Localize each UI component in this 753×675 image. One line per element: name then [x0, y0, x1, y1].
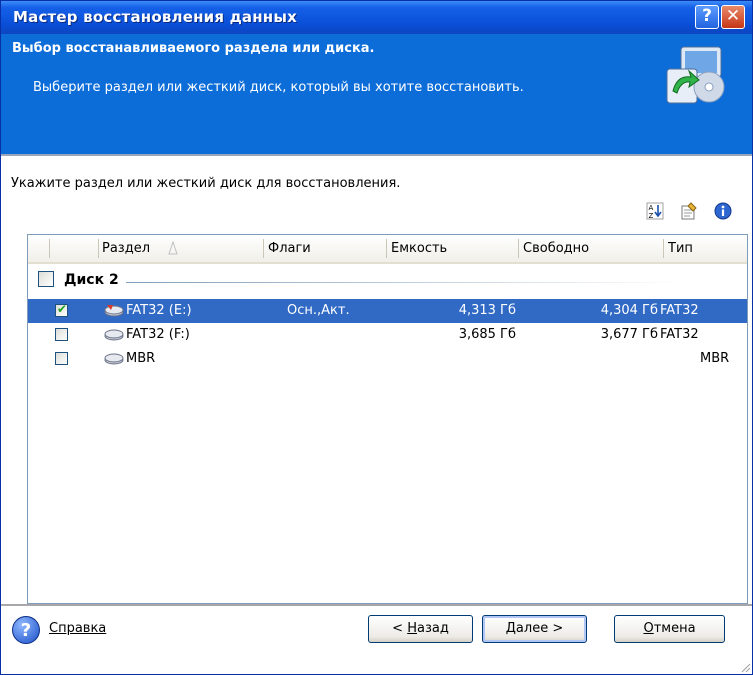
window-title: Мастер восстановления данных: [13, 8, 298, 26]
table-row[interactable]: ✔ FAT32 (E:) Осн.,Акт. 4,313 Гб 4,304 Гб…: [28, 299, 747, 323]
disk-group-checkbox[interactable]: [38, 271, 54, 287]
row-free: 4,304 Гб: [600, 303, 658, 318]
help-link[interactable]: Справка: [49, 621, 106, 636]
footer-divider: [1, 604, 752, 606]
title-bar[interactable]: Мастер восстановления данных ? ✕: [1, 1, 752, 34]
page-title: Выбор восстанавливаемого раздела или дис…: [12, 41, 375, 56]
table-row[interactable]: FAT32 (F:) 3,685 Гб 3,677 Гб FAT32: [28, 323, 747, 347]
row-flags: Осн.,Акт.: [287, 303, 350, 318]
back-button-label: азад: [416, 621, 449, 636]
content-area: Укажите раздел или жесткий диск для восс…: [1, 156, 752, 674]
row-type: FAT32: [660, 327, 699, 342]
disk-group-label: Диск 2: [64, 272, 119, 288]
column-header-type[interactable]: Тип: [668, 241, 693, 256]
group-divider: [126, 282, 686, 283]
row-partition: FAT32 (F:): [126, 327, 190, 342]
partition-icon: [104, 329, 124, 341]
active-partition-icon: [104, 305, 124, 317]
sort-arrow-icon: [168, 241, 178, 255]
column-separator[interactable]: [663, 239, 664, 258]
sort-icon[interactable]: A Z: [646, 202, 664, 220]
wizard-window: Мастер восстановления данных ? ✕ Выбор в…: [0, 0, 753, 675]
resize-grip-icon[interactable]: [739, 661, 751, 673]
row-checkbox[interactable]: [55, 352, 68, 365]
cancel-button-label: тмена: [653, 621, 696, 636]
properties-icon[interactable]: [680, 202, 698, 220]
svg-text:A: A: [649, 204, 654, 212]
instruction-text: Укажите раздел или жесткий диск для восс…: [11, 176, 401, 191]
check-mark-icon: ✔: [57, 302, 68, 316]
svg-text:Z: Z: [649, 212, 654, 220]
row-partition: FAT32 (E:): [126, 303, 192, 318]
column-separator[interactable]: [518, 239, 519, 258]
close-button[interactable]: ✕: [721, 5, 745, 29]
row-partition: MBR: [126, 351, 156, 366]
row-checkbox[interactable]: ✔: [55, 302, 68, 317]
next-button-mnemonic: Д: [505, 621, 516, 636]
back-button-mnemonic: Н: [407, 621, 417, 636]
page-subtitle: Выберите раздел или жесткий диск, которы…: [33, 80, 524, 95]
partition-icon: [104, 353, 124, 365]
list-header: Раздел Флаги Емкость Свободно Тип: [28, 235, 747, 264]
row-type: MBR: [700, 351, 730, 366]
column-header-partition[interactable]: Раздел: [102, 241, 150, 256]
row-checkbox[interactable]: [55, 328, 68, 341]
row-free: 3,677 Гб: [600, 327, 658, 342]
row-capacity: 4,313 Гб: [458, 303, 516, 318]
info-icon[interactable]: [714, 202, 732, 220]
next-button-label: алее >: [515, 621, 564, 636]
cancel-button-mnemonic: О: [643, 621, 654, 636]
column-separator[interactable]: [386, 239, 387, 258]
help-icon[interactable]: ?: [12, 616, 40, 644]
column-header-flags[interactable]: Флаги: [268, 241, 311, 256]
next-button[interactable]: Далее >: [482, 615, 587, 643]
column-separator[interactable]: [263, 239, 264, 258]
recovery-wizard-icon: [666, 46, 725, 104]
row-type: FAT32: [660, 303, 699, 318]
column-separator[interactable]: [98, 239, 99, 258]
back-button[interactable]: < Назад: [368, 615, 473, 643]
row-capacity: 3,685 Гб: [458, 327, 516, 342]
column-header-free[interactable]: Свободно: [523, 241, 589, 256]
help-title-button[interactable]: ?: [695, 5, 719, 29]
back-button-prefix: <: [392, 621, 408, 636]
column-header-capacity[interactable]: Емкость: [391, 241, 447, 256]
partition-list[interactable]: Раздел Флаги Емкость Свободно Тип Диск 2…: [27, 234, 748, 604]
table-row[interactable]: MBR MBR: [28, 347, 747, 371]
column-separator[interactable]: [49, 239, 50, 258]
cancel-button[interactable]: Отмена: [614, 615, 725, 643]
